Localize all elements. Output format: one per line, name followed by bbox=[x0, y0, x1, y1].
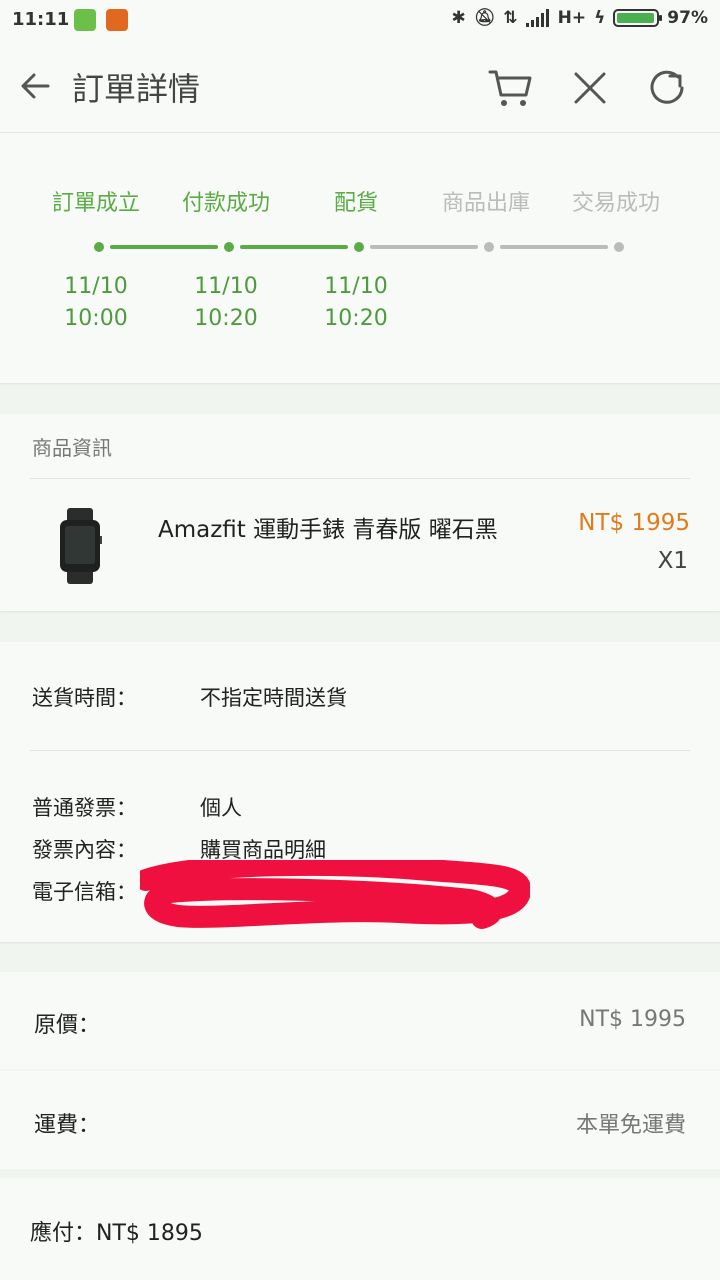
app-bar: 訂單詳情 bbox=[0, 40, 720, 133]
section-title: 商品資訊 bbox=[32, 436, 112, 460]
product-info-card: 商品資訊 Amazfit 運動手錶 青春版 曜石黑 NT$ 1995 X1 bbox=[0, 414, 720, 611]
order-progress: 訂單成立 付款成功 配貨 商品出庫 交易成功 11/10 10:00 11/10 1… bbox=[0, 133, 720, 383]
email-label: 電子信箱： bbox=[32, 880, 137, 904]
invoice-type-label: 普通發票： bbox=[32, 796, 137, 820]
page-title: 訂單詳情 bbox=[72, 70, 201, 108]
battery-app-icon bbox=[74, 9, 96, 31]
close-icon[interactable] bbox=[566, 64, 614, 112]
product-name[interactable]: Amazfit 運動手錶 青春版 曜石黑 bbox=[158, 510, 498, 544]
original-price-value: NT$ 1995 bbox=[579, 1007, 686, 1032]
status-time: 11:11 bbox=[12, 9, 70, 30]
status-icons: ✱ 🔕︎ ⇅ H+ ϟ 97% bbox=[452, 8, 709, 28]
invoice-content-label: 發票內容： bbox=[32, 838, 137, 862]
step-4-label: 商品出庫 bbox=[441, 191, 530, 216]
shipping-label: 運費： bbox=[34, 1113, 101, 1138]
step-1-dot bbox=[94, 242, 104, 252]
back-arrow-icon[interactable] bbox=[16, 66, 56, 106]
delivery-invoice-card: 送貨時間： 不指定時間送貨 普通發票： 個人 發票內容： 購買商品明細 電子信箱… bbox=[0, 642, 720, 942]
step-4-dot bbox=[484, 242, 494, 252]
battery-percent: 97% bbox=[667, 8, 708, 28]
network-type: H+ bbox=[557, 8, 587, 28]
status-bar: 11:11 ✱ 🔕︎ ⇅ H+ ϟ 97% bbox=[0, 0, 720, 40]
battery-icon bbox=[613, 9, 663, 27]
original-price-label: 原價： bbox=[34, 1013, 101, 1038]
step-4-connector bbox=[500, 245, 608, 249]
redaction-scribble bbox=[140, 860, 530, 929]
step-2-label: 付款成功 bbox=[181, 191, 270, 216]
delivery-time-value: 不指定時間送貨 bbox=[200, 686, 347, 710]
refresh-icon[interactable] bbox=[644, 64, 692, 112]
delivery-time-label: 送貨時間： bbox=[32, 686, 137, 710]
invoice-type-value: 個人 bbox=[200, 796, 242, 820]
mute-bell-icon: 🔕︎ bbox=[473, 8, 496, 28]
charging-icon: ϟ bbox=[594, 8, 606, 28]
step-2-dot bbox=[224, 242, 234, 252]
step-1-connector bbox=[110, 245, 218, 249]
step-2-connector bbox=[240, 245, 348, 249]
step-3-dot bbox=[354, 242, 364, 252]
bluetooth-icon: ✱ bbox=[451, 8, 466, 28]
product-price: NT$ 1995 bbox=[578, 510, 690, 536]
shipping-value: 本單免運費 bbox=[575, 1113, 686, 1138]
step-5-label: 交易成功 bbox=[571, 191, 660, 216]
cart-icon[interactable] bbox=[486, 64, 534, 112]
step-1-timestamp: 11/10 10:00 bbox=[64, 274, 128, 331]
data-arrows-icon: ⇅ bbox=[503, 8, 518, 28]
step-3-label: 配貨 bbox=[333, 191, 378, 216]
total-amount: 應付：NT$ 1895 bbox=[30, 1221, 203, 1246]
step-3-connector bbox=[370, 245, 478, 249]
step-3-timestamp: 11/10 10:20 bbox=[324, 274, 388, 331]
divider bbox=[30, 750, 690, 751]
original-price-row: 原價： NT$ 1995 bbox=[0, 972, 720, 1069]
product-quantity: X1 bbox=[657, 548, 688, 574]
shipping-row: 運費： 本單免運費 bbox=[0, 1071, 720, 1169]
signal-icon bbox=[525, 9, 549, 27]
step-2-timestamp: 11/10 10:20 bbox=[194, 274, 258, 331]
divider bbox=[30, 478, 690, 479]
app-notification-icon bbox=[106, 9, 128, 31]
step-5-dot bbox=[614, 242, 624, 252]
total-row: 應付：NT$ 1895 bbox=[0, 1178, 720, 1280]
product-image[interactable] bbox=[58, 508, 102, 584]
step-1-label: 訂單成立 bbox=[51, 191, 140, 216]
